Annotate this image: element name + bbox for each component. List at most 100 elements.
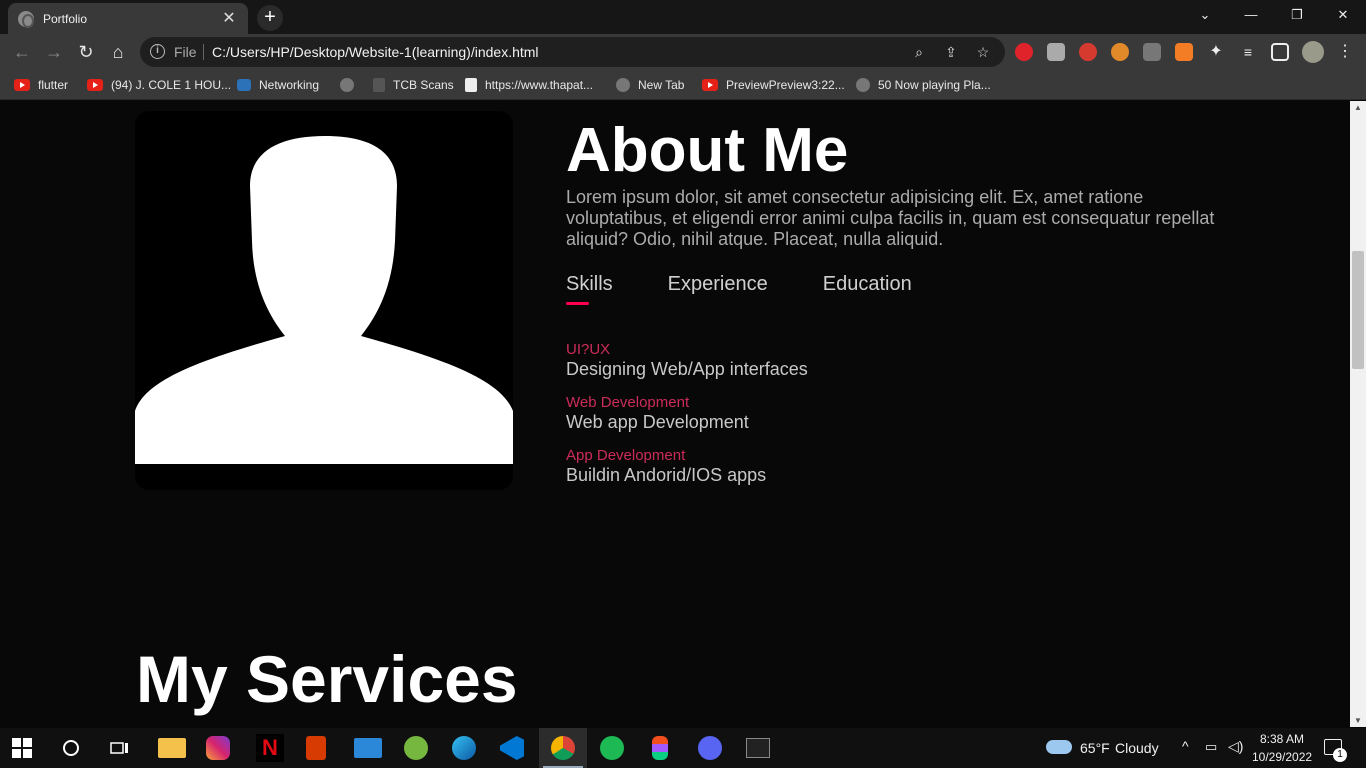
terminal-icon[interactable] [746, 738, 770, 758]
youtube-icon [702, 79, 718, 91]
globe-icon [18, 10, 34, 28]
bookmark-tcb-scans[interactable]: TCB Scans [373, 76, 454, 94]
about-title: About Me [566, 116, 849, 185]
scroll-thumb[interactable] [1352, 251, 1364, 369]
globe-icon [340, 78, 354, 92]
notification-count: 1 [1333, 748, 1347, 762]
search-icon[interactable] [62, 739, 80, 757]
close-icon[interactable]: ✕ [220, 10, 238, 28]
tab-search-button[interactable]: ⌄ [1182, 0, 1228, 30]
page-content: About Me Lorem ipsum dolor, sit amet con… [0, 101, 1350, 727]
skill-description: Designing Web/App interfaces [566, 359, 808, 379]
skill-description: Buildin Andorid/IOS apps [566, 465, 767, 485]
skill-item: App Development Buildin Andorid/IOS apps [566, 447, 766, 486]
extension-image-icon[interactable] [1047, 43, 1065, 61]
vscode-icon[interactable] [500, 736, 524, 760]
mail-icon[interactable] [354, 738, 382, 758]
file-explorer-icon[interactable] [158, 738, 186, 758]
about-tabs: Skills Experience Education [566, 273, 967, 305]
address-prefix: File [174, 44, 197, 60]
network-icon[interactable]: ▭ [1205, 739, 1217, 755]
bookmark-networking[interactable]: Networking [237, 76, 319, 94]
extension-s-icon[interactable] [1079, 43, 1097, 61]
info-icon[interactable]: i [150, 44, 165, 59]
weather-desc[interactable]: Cloudy [1115, 740, 1159, 756]
page-icon [465, 78, 477, 92]
zoom-icon[interactable]: ⌕ [910, 43, 928, 61]
bookmark-thapat[interactable]: https://www.thapat... [465, 76, 593, 94]
scroll-down-icon[interactable]: ▼ [1354, 716, 1362, 725]
discord-icon[interactable] [698, 736, 722, 760]
office-icon[interactable] [306, 736, 326, 760]
utorrent-icon[interactable] [404, 736, 428, 760]
restore-button[interactable]: ❐ [1274, 0, 1320, 30]
bookmark-globe[interactable] [340, 76, 362, 94]
share-icon[interactable]: ⇪ [942, 43, 960, 61]
skill-title: App Development [566, 447, 686, 464]
netflix-icon[interactable]: N [256, 734, 284, 762]
skill-description: Web app Development [566, 412, 749, 432]
bookmark-flutter[interactable]: flutter [14, 76, 68, 94]
weather-temp[interactable]: 65°F [1080, 740, 1110, 756]
new-tab-button[interactable]: + [257, 5, 283, 31]
reload-button[interactable]: ↻ [72, 38, 100, 66]
taskbar: N 65°F Cloudy ^ ▭ ◁) 8:38 AM 10/29/2022 … [0, 728, 1366, 768]
extension-lock-icon[interactable] [1143, 43, 1161, 61]
extension-orange-icon[interactable] [1175, 43, 1193, 61]
address-url[interactable]: C:/Users/HP/Desktop/Website-1(learning)/… [212, 44, 539, 60]
services-title: My Services [136, 642, 518, 716]
window-close-button[interactable]: ✕ [1320, 0, 1366, 30]
figma-icon[interactable] [652, 736, 668, 760]
bookmark-preview[interactable]: PreviewPreview3:22... [702, 76, 845, 94]
tab-experience[interactable]: Experience [668, 273, 768, 296]
tab-title: Portfolio [43, 11, 88, 26]
clock-date[interactable]: 10/29/2022 [1252, 750, 1312, 764]
person-silhouette-icon [135, 111, 513, 490]
menu-icon[interactable]: ⋮ [1336, 43, 1354, 61]
profile-photo [135, 111, 513, 490]
tab-portfolio[interactable]: Portfolio ✕ [8, 3, 248, 34]
address-bar[interactable]: i File C:/Users/HP/Desktop/Website-1(lea… [140, 37, 1005, 67]
extension-fire-icon[interactable] [1111, 43, 1129, 61]
back-button[interactable]: ← [8, 38, 36, 66]
bookmarks-bar: flutter (94) J. COLE 1 HOU... Networking… [0, 70, 1366, 100]
about-description: Lorem ipsum dolor, sit amet consectetur … [566, 187, 1215, 249]
globe-icon [616, 78, 630, 92]
edge-icon[interactable] [452, 736, 476, 760]
skill-item: Web Development Web app Development [566, 394, 749, 433]
forward-button[interactable]: → [40, 38, 68, 66]
chevron-up-icon[interactable]: ^ [1182, 738, 1189, 754]
skill-title: Web Development [566, 394, 690, 411]
bookmark-jcole[interactable]: (94) J. COLE 1 HOU... [87, 76, 231, 94]
minimize-button[interactable]: — [1228, 0, 1274, 30]
scroll-up-icon[interactable]: ▲ [1354, 103, 1362, 112]
youtube-icon [87, 79, 103, 91]
bookmark-label: 50 Now playing Pla... [878, 78, 991, 92]
side-panel-icon[interactable] [1271, 43, 1289, 61]
home-button[interactable]: ⌂ [104, 38, 132, 66]
extension-hand-icon[interactable] [1015, 43, 1033, 61]
task-view-icon[interactable] [110, 739, 130, 757]
skill-item: UI?UX Designing Web/App interfaces [566, 341, 808, 380]
spotify-icon[interactable] [600, 736, 624, 760]
chrome-taskbar-button[interactable] [539, 728, 587, 768]
tab-skills[interactable]: Skills [566, 273, 613, 305]
skill-title: UI?UX [566, 341, 611, 358]
instagram-icon[interactable] [206, 736, 230, 760]
cloud-icon[interactable] [1046, 740, 1072, 754]
page-icon [373, 78, 385, 92]
media-controls-icon[interactable]: ≡ [1239, 43, 1257, 61]
bookmark-label: flutter [38, 78, 69, 92]
profile-avatar[interactable] [1302, 41, 1324, 63]
windows-start-icon[interactable] [12, 738, 32, 758]
page-scrollbar[interactable]: ▲ ▼ [1350, 101, 1366, 727]
volume-icon[interactable]: ◁) [1228, 738, 1243, 755]
extensions-puzzle-icon[interactable]: ✦ [1207, 43, 1225, 61]
bookmark-now-playing[interactable]: 50 Now playing Pla... [856, 76, 991, 94]
bookmark-new-tab[interactable]: New Tab [616, 76, 684, 94]
bookmark-star-icon[interactable]: ☆ [974, 43, 992, 61]
bookmark-label: TCB Scans [393, 78, 454, 92]
tab-education[interactable]: Education [823, 273, 912, 296]
clock-time[interactable]: 8:38 AM [1260, 732, 1304, 746]
chrome-icon [551, 736, 575, 760]
